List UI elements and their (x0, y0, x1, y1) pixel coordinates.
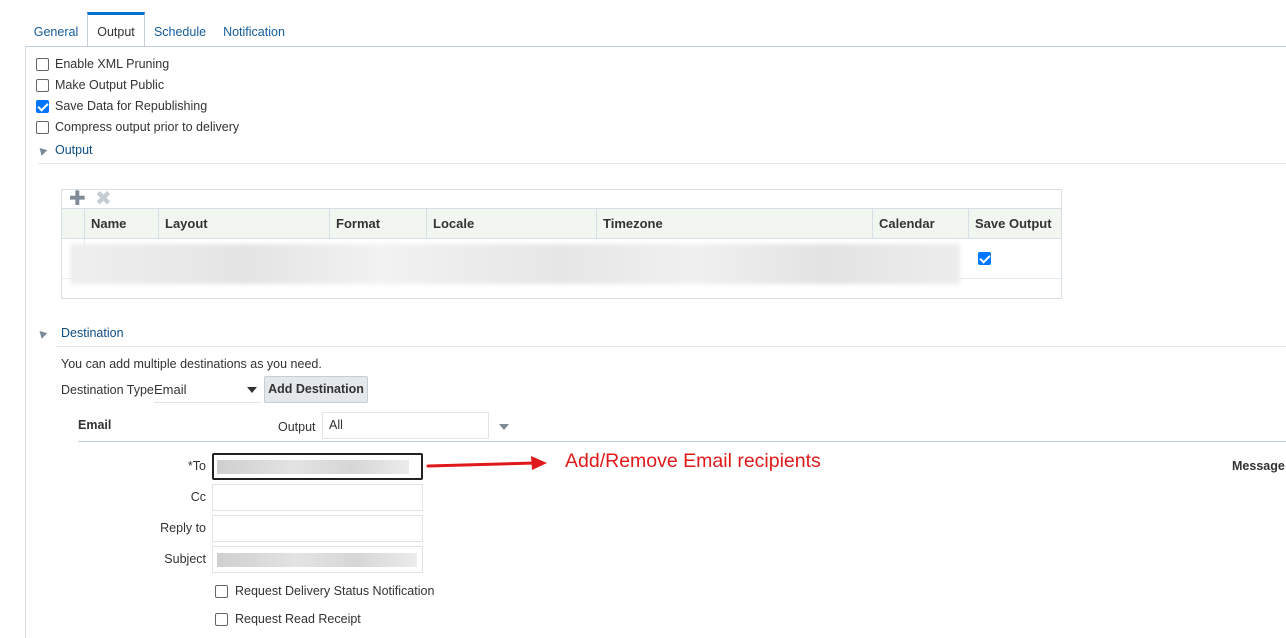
enable-xml-pruning-checkbox[interactable] (36, 57, 49, 71)
left-border (25, 46, 26, 638)
column-layout[interactable]: Layout (158, 209, 329, 238)
compress-output-option[interactable]: Compress output prior to delivery (36, 118, 239, 136)
destination-type-select[interactable]: Email (154, 377, 261, 403)
column-locale[interactable]: Locale (426, 209, 596, 238)
destination-section-title: Destination (61, 326, 124, 340)
tab-general[interactable]: General (25, 12, 87, 45)
to-field[interactable] (212, 453, 423, 480)
plus-icon[interactable]: ✚ (69, 189, 86, 209)
cc-field[interactable] (212, 484, 423, 511)
column-format[interactable]: Format (329, 209, 426, 238)
tab-schedule[interactable]: Schedule (147, 12, 213, 45)
close-icon[interactable]: ✖ (95, 189, 112, 209)
email-destination-header: Email (78, 418, 112, 432)
compress-output-checkbox[interactable] (36, 120, 49, 134)
email-divider (78, 441, 1286, 442)
column-name[interactable]: Name (84, 209, 158, 238)
save-data-republishing-option[interactable]: Save Data for Republishing (36, 97, 207, 115)
make-output-public-option[interactable]: Make Output Public (36, 76, 164, 94)
read-receipt-option[interactable]: Request Read Receipt (215, 612, 361, 626)
row-selector-header (62, 209, 84, 238)
destination-type-value: Email (154, 382, 187, 397)
tab-notification[interactable]: Notification (218, 12, 290, 45)
make-output-public-label: Make Output Public (55, 78, 165, 92)
message-label: Message (1232, 459, 1285, 473)
save-data-republishing-checkbox[interactable] (36, 99, 49, 113)
output-section-title: Output (55, 143, 93, 157)
redacted-row-content (70, 244, 960, 284)
delivery-status-option[interactable]: Request Delivery Status Notification (215, 584, 434, 598)
destination-hint: You can add multiple destinations as you… (61, 357, 322, 371)
subject-label: Subject (164, 552, 206, 566)
save-output-checkbox[interactable] (978, 252, 991, 265)
to-label: *To (187, 459, 206, 473)
email-output-select[interactable]: All (322, 412, 489, 439)
email-output-label: Output (278, 420, 316, 434)
save-data-republishing-label: Save Data for Republishing (55, 99, 208, 113)
redacted-email-recipients (217, 460, 409, 474)
annotation-text: Add/Remove Email recipients (565, 450, 821, 472)
add-destination-button[interactable]: Add Destination (264, 376, 368, 403)
reply-to-field[interactable] (212, 515, 423, 542)
read-receipt-label: Request Read Receipt (235, 612, 361, 626)
output-section-divider (38, 163, 1286, 164)
enable-xml-pruning-option[interactable]: Enable XML Pruning (36, 55, 169, 73)
tab-underline (25, 46, 1286, 47)
output-table-header: Name Layout Format Locale Timezone Calen… (62, 208, 1061, 239)
delivery-status-label: Request Delivery Status Notification (235, 584, 435, 598)
collapse-triangle-icon[interactable] (36, 327, 48, 339)
chevron-down-icon[interactable] (247, 387, 257, 393)
enable-xml-pruning-label: Enable XML Pruning (55, 57, 170, 71)
destination-type-label: Destination Type (61, 383, 154, 397)
column-calendar[interactable]: Calendar (872, 209, 968, 238)
tab-output[interactable]: Output (87, 12, 145, 47)
chevron-down-icon[interactable] (499, 424, 509, 430)
make-output-public-checkbox[interactable] (36, 78, 49, 92)
column-timezone[interactable]: Timezone (596, 209, 872, 238)
compress-output-label: Compress output prior to delivery (55, 120, 240, 134)
collapse-triangle-icon[interactable] (36, 144, 48, 156)
read-receipt-checkbox[interactable] (215, 612, 228, 626)
column-save-output[interactable]: Save Output (968, 209, 1061, 238)
reply-to-label: Reply to (160, 521, 206, 535)
destination-section-divider (56, 346, 1286, 347)
redacted-subject (217, 553, 417, 567)
cc-label: Cc (190, 490, 206, 504)
output-section-header[interactable]: Output (36, 143, 93, 157)
delivery-status-checkbox[interactable] (215, 584, 228, 598)
annotation-arrow (426, 456, 547, 470)
destination-section-header[interactable]: Destination (36, 326, 124, 340)
subject-field[interactable] (212, 546, 423, 573)
